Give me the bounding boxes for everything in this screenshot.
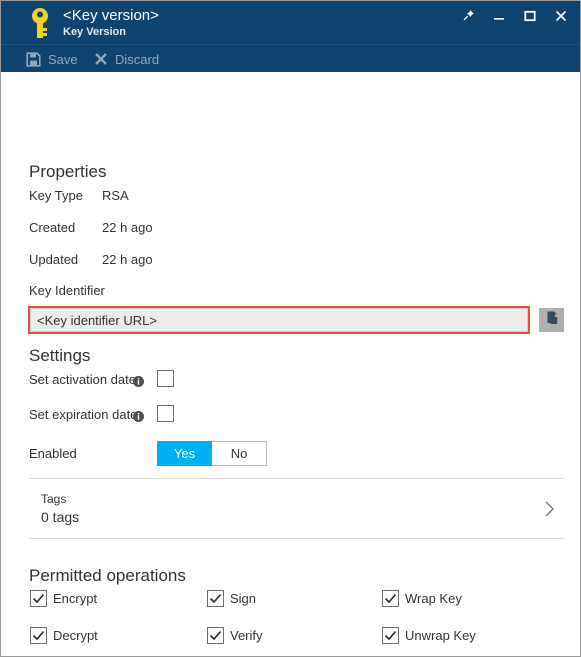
op-verify-checkbox[interactable] [207, 627, 224, 644]
window-controls [452, 1, 576, 31]
discard-label: Discard [115, 51, 160, 67]
updated-label: Updated [29, 252, 79, 267]
window-subtitle: Key Version [63, 26, 126, 38]
permitted-operations-heading: Permitted operations [29, 566, 186, 585]
key-version-window: <Key version> Key Version Save Discard P… [0, 0, 581, 657]
set-activation-date-checkbox[interactable] [157, 370, 174, 387]
chevron-right-icon [542, 499, 558, 519]
copy-icon [544, 310, 560, 331]
created-value: 22 h ago [102, 220, 153, 235]
op-sign-label: Sign [230, 591, 257, 606]
enabled-toggle: Yes No [157, 441, 267, 466]
copy-key-identifier-button[interactable] [539, 308, 564, 332]
info-icon[interactable] [133, 409, 144, 422]
discard-icon [94, 52, 108, 66]
set-activation-date-label: Set activation date. [29, 372, 140, 387]
save-label: Save [48, 51, 78, 67]
tags-row[interactable]: Tags 0 tags [29, 479, 564, 539]
save-icon [26, 51, 41, 67]
op-unwrap-key-checkbox[interactable] [382, 627, 399, 644]
enabled-no-option[interactable]: No [212, 441, 267, 466]
op-wrap-key-label: Wrap Key [405, 591, 462, 606]
pin-icon[interactable] [452, 2, 483, 30]
op-unwrap-key-label: Unwrap Key [405, 628, 476, 643]
save-button[interactable]: Save [26, 47, 78, 71]
tags-bottom-divider [29, 538, 564, 539]
title-bar: <Key version> Key Version [1, 1, 580, 44]
discard-button[interactable]: Discard [94, 47, 159, 71]
op-sign-checkbox[interactable] [207, 590, 224, 607]
op-decrypt-checkbox[interactable] [30, 627, 47, 644]
op-encrypt-label: Encrypt [53, 591, 98, 606]
enabled-yes-option[interactable]: Yes [157, 441, 212, 466]
key-type-value: RSA [102, 188, 129, 203]
info-icon[interactable] [133, 374, 144, 387]
tags-count: 0 tags [41, 509, 80, 525]
tags-label: Tags [41, 492, 67, 506]
set-expiration-date-checkbox[interactable] [157, 405, 174, 422]
close-icon[interactable] [545, 2, 576, 30]
key-icon [29, 7, 51, 39]
enabled-label: Enabled [29, 446, 77, 461]
key-type-label: Key Type [29, 188, 83, 203]
set-expiration-date-label: Set expiration date. [29, 407, 142, 422]
key-identifier-label: Key Identifier [29, 283, 105, 298]
op-encrypt-checkbox[interactable] [30, 590, 47, 607]
op-verify-label: Verify [230, 628, 263, 643]
key-identifier-input[interactable] [30, 308, 528, 332]
updated-value: 22 h ago [102, 252, 153, 267]
key-identifier-field-highlight [28, 306, 530, 334]
properties-heading: Properties [29, 162, 107, 181]
command-bar: Save Discard [1, 44, 580, 72]
maximize-icon[interactable] [514, 2, 545, 30]
settings-heading: Settings [29, 346, 91, 365]
content-area: Properties Key Type RSA Created 22 h ago… [1, 72, 580, 656]
op-wrap-key-checkbox[interactable] [382, 590, 399, 607]
minimize-icon[interactable] [483, 2, 514, 30]
created-label: Created [29, 220, 76, 235]
op-decrypt-label: Decrypt [53, 628, 98, 643]
window-title: <Key version> [63, 7, 159, 24]
